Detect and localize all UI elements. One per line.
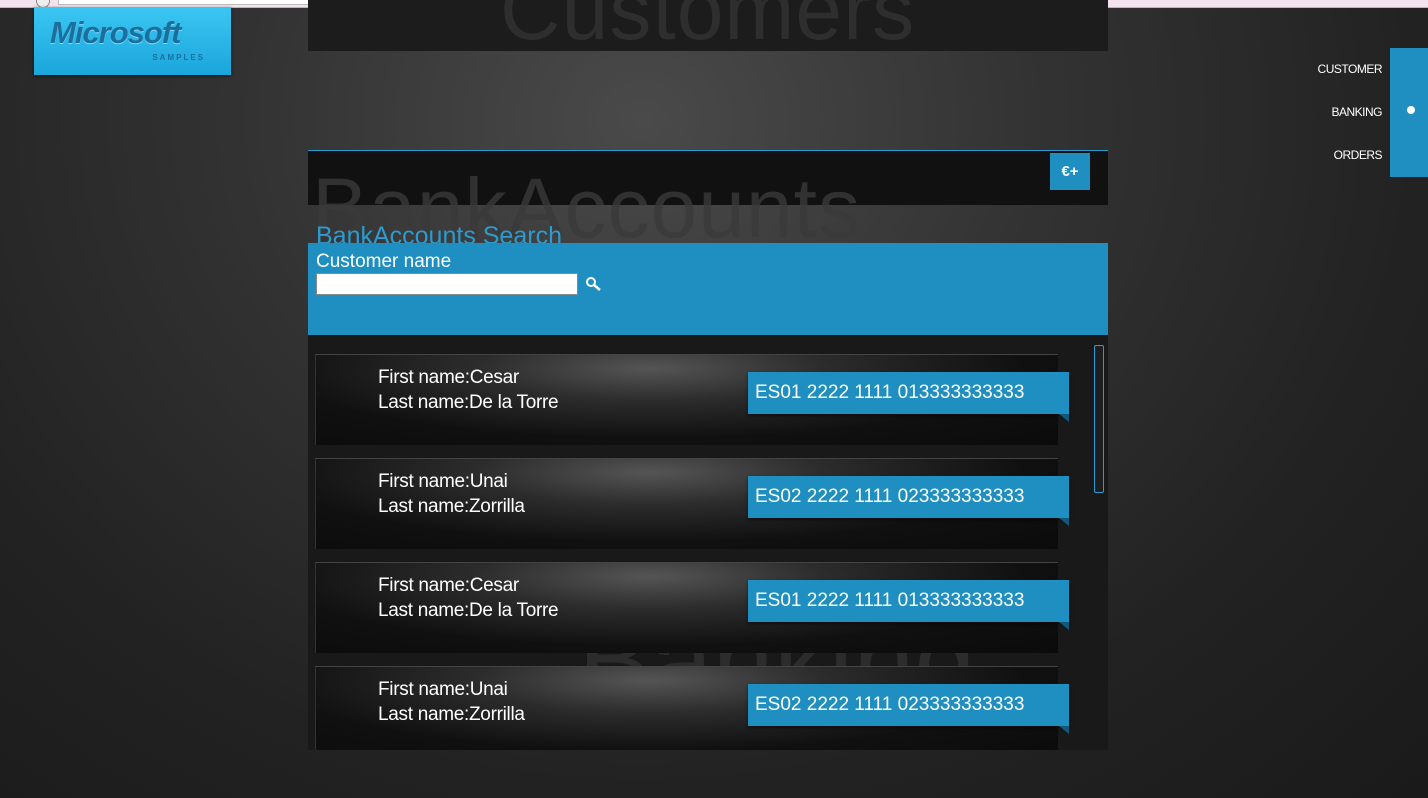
iban-badge: ES01 2222 1111 013333333333 [748,580,1069,630]
microsoft-samples-logo: Microsoft SAMPLES [34,7,231,75]
logo-subtitle: SAMPLES [152,53,205,62]
first-name-text: First name:Cesar [378,575,519,596]
nav-item-orders[interactable]: ORDERS [1334,148,1383,162]
add-bank-account-button[interactable]: €+ [1050,153,1090,190]
account-list-item[interactable]: First name:Unai Last name:Zorrilla ES02 … [315,666,1069,750]
right-navigation: CUSTOMER BANKING ORDERS [1268,48,1428,178]
iban-badge: ES01 2222 1111 013333333333 [748,372,1069,422]
bank-accounts-list: Banking First name:Cesar Last name:De la… [308,335,1108,750]
active-nav-indicator [1407,106,1415,114]
list-scrollbar[interactable] [1094,345,1104,493]
first-name-text: First name:Unai [378,679,508,700]
iban-badge: ES02 2222 1111 023333333333 [748,684,1069,734]
last-name-text: Last name:De la Torre [378,600,559,621]
logo-word: Microsoft [50,15,181,50]
customers-watermark: Customers [500,0,916,51]
last-name-text: Last name:Zorrilla [378,704,525,725]
last-name-text: Last name:De la Torre [378,392,559,413]
iban-badge: ES02 2222 1111 023333333333 [748,476,1069,526]
last-name-text: Last name:Zorrilla [378,496,525,517]
first-name-text: First name:Cesar [378,367,519,388]
customer-name-label: Customer name [316,251,452,272]
search-icon[interactable] [584,275,604,295]
search-panel: Customer name [308,243,1108,335]
bankaccounts-header-panel: €+ [308,150,1108,205]
account-list-item[interactable]: First name:Cesar Last name:De la Torre E… [315,562,1069,653]
account-list-item[interactable]: First name:Unai Last name:Zorrilla ES02 … [315,458,1069,549]
nav-item-customer[interactable]: CUSTOMER [1318,62,1383,76]
first-name-text: First name:Unai [378,471,508,492]
customers-header-panel: Customers [308,0,1108,51]
customer-name-input[interactable] [316,273,578,295]
nav-item-banking[interactable]: BANKING [1331,105,1382,119]
account-list-item[interactable]: First name:Cesar Last name:De la Torre E… [315,354,1069,445]
